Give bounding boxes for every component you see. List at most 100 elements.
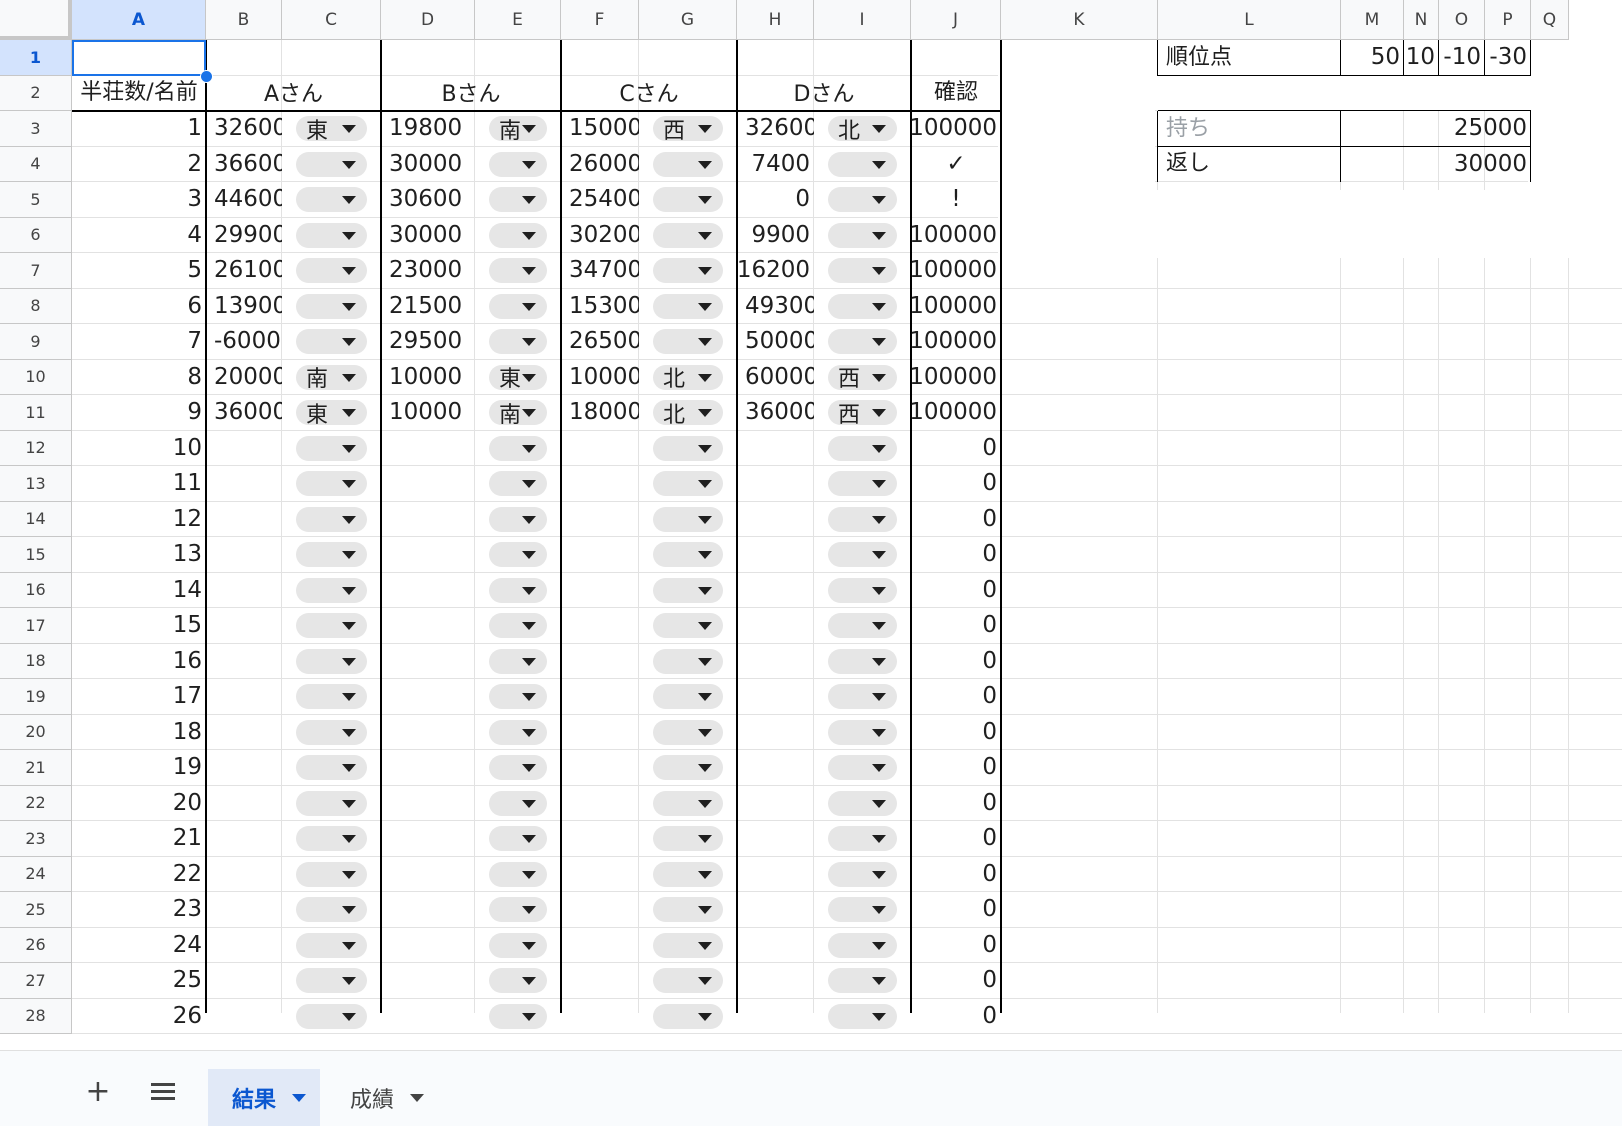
score-cell[interactable]: 26000: [561, 147, 639, 183]
dropdown-arrow-icon[interactable]: [872, 764, 886, 772]
row-header[interactable]: 19: [0, 679, 72, 715]
dropdown-arrow-icon[interactable]: [522, 835, 536, 843]
dropdown-arrow-icon[interactable]: [342, 764, 356, 772]
score-cell[interactable]: 23000: [381, 253, 475, 289]
spreadsheet-grid[interactable]: A B C D E F G H I J K L M N O P Q 1 2 3 4 5 6 7 8 9 10 11 12 13 14 15 16…: [0, 0, 1622, 1050]
dropdown-arrow-icon[interactable]: [872, 231, 886, 240]
row-header[interactable]: 14: [0, 501, 72, 537]
wind-dropdown[interactable]: 南: [489, 400, 547, 428]
dropdown-arrow-icon[interactable]: [342, 977, 356, 985]
score-cell[interactable]: 30600: [381, 182, 475, 218]
dropdown-arrow-icon[interactable]: [522, 444, 536, 453]
wind-dropdown[interactable]: [828, 968, 897, 993]
wind-dropdown[interactable]: 北: [653, 364, 723, 392]
row-header[interactable]: 16: [0, 572, 72, 608]
score-cell[interactable]: 10000: [561, 360, 639, 396]
dropdown-arrow-icon[interactable]: [698, 728, 712, 737]
fill-handle[interactable]: [200, 69, 213, 83]
row-header[interactable]: 22: [0, 785, 72, 821]
column-header[interactable]: B: [206, 0, 282, 40]
wind-dropdown[interactable]: [489, 932, 547, 958]
row-header[interactable]: 25: [0, 892, 72, 928]
wind-dropdown[interactable]: [489, 755, 547, 780]
dropdown-arrow-icon[interactable]: [522, 480, 536, 488]
dropdown-arrow-icon[interactable]: [342, 409, 356, 417]
wind-dropdown[interactable]: [489, 293, 547, 319]
score-cell[interactable]: 13900: [206, 289, 282, 325]
dropdown-arrow-icon[interactable]: [522, 977, 536, 985]
row-header[interactable]: 3: [0, 111, 72, 147]
wind-dropdown[interactable]: [828, 542, 897, 567]
dropdown-arrow-icon[interactable]: [872, 373, 886, 382]
wind-dropdown[interactable]: 西: [653, 116, 723, 144]
wind-dropdown[interactable]: [653, 790, 723, 816]
wind-dropdown[interactable]: [653, 613, 723, 638]
wind-dropdown[interactable]: [653, 755, 723, 780]
score-cell[interactable]: 34700: [561, 253, 639, 289]
wind-dropdown[interactable]: [828, 435, 897, 461]
wind-dropdown[interactable]: [489, 613, 547, 638]
column-header[interactable]: M: [1341, 0, 1404, 40]
sheet-tab-results[interactable]: 結果: [208, 1069, 320, 1126]
wind-dropdown[interactable]: [653, 542, 723, 567]
wind-dropdown[interactable]: [489, 1003, 547, 1029]
dropdown-arrow-icon[interactable]: [342, 799, 356, 808]
wind-dropdown[interactable]: [653, 968, 723, 993]
wind-dropdown[interactable]: [296, 577, 367, 603]
wind-dropdown[interactable]: [489, 790, 547, 816]
column-header[interactable]: A: [72, 0, 206, 40]
wind-dropdown[interactable]: [296, 826, 367, 851]
dropdown-arrow-icon[interactable]: [872, 302, 886, 311]
wind-dropdown[interactable]: [653, 861, 723, 887]
column-header[interactable]: D: [381, 0, 475, 40]
dropdown-arrow-icon[interactable]: [342, 657, 356, 666]
row-header[interactable]: 21: [0, 750, 72, 786]
dropdown-arrow-icon[interactable]: [342, 515, 356, 524]
dropdown-arrow-icon[interactable]: [522, 941, 536, 950]
score-cell[interactable]: 26100: [206, 253, 282, 289]
wind-dropdown[interactable]: [828, 826, 897, 851]
wind-dropdown[interactable]: [489, 471, 547, 496]
dropdown-arrow-icon[interactable]: [522, 906, 536, 914]
column-header[interactable]: I: [814, 0, 911, 40]
row-header[interactable]: 8: [0, 288, 72, 324]
dropdown-arrow-icon[interactable]: [872, 196, 886, 204]
wind-dropdown[interactable]: [828, 932, 897, 958]
dropdown-arrow-icon[interactable]: [698, 622, 712, 630]
dropdown-arrow-icon[interactable]: [522, 728, 536, 737]
wind-dropdown[interactable]: [653, 577, 723, 603]
dropdown-arrow-icon[interactable]: [872, 657, 886, 666]
rank-point-value[interactable]: 50: [1341, 40, 1404, 76]
wind-dropdown[interactable]: [296, 897, 367, 922]
wind-dropdown[interactable]: [489, 506, 547, 532]
row-header[interactable]: 4: [0, 146, 72, 182]
wind-dropdown[interactable]: [653, 826, 723, 851]
wind-dropdown[interactable]: [828, 329, 897, 354]
wind-dropdown[interactable]: 東: [296, 116, 367, 144]
dropdown-arrow-icon[interactable]: [342, 231, 356, 240]
dropdown-arrow-icon[interactable]: [698, 196, 712, 204]
wind-dropdown[interactable]: [296, 755, 367, 780]
row-header[interactable]: 17: [0, 608, 72, 644]
score-cell[interactable]: 7400: [737, 147, 814, 183]
dropdown-arrow-icon[interactable]: [522, 586, 536, 595]
dropdown-arrow-icon[interactable]: [698, 267, 712, 275]
wind-dropdown[interactable]: [489, 968, 547, 993]
wind-dropdown[interactable]: [828, 151, 897, 177]
wind-dropdown[interactable]: [828, 506, 897, 532]
wind-dropdown[interactable]: [828, 293, 897, 319]
dropdown-arrow-icon[interactable]: [698, 551, 712, 559]
wind-dropdown[interactable]: [653, 222, 723, 248]
rank-point-value[interactable]: -10: [1439, 40, 1485, 76]
wind-dropdown[interactable]: [489, 329, 547, 354]
column-header[interactable]: G: [639, 0, 737, 40]
dropdown-arrow-icon[interactable]: [342, 125, 356, 133]
wind-dropdown[interactable]: [296, 258, 367, 283]
dropdown-arrow-icon[interactable]: [342, 622, 356, 630]
dropdown-arrow-icon[interactable]: [342, 267, 356, 275]
dropdown-arrow-icon[interactable]: [698, 338, 712, 346]
row-header[interactable]: 5: [0, 182, 72, 218]
row-header[interactable]: 28: [0, 998, 72, 1034]
dropdown-arrow-icon[interactable]: [872, 941, 886, 950]
dropdown-arrow-icon[interactable]: [342, 906, 356, 914]
